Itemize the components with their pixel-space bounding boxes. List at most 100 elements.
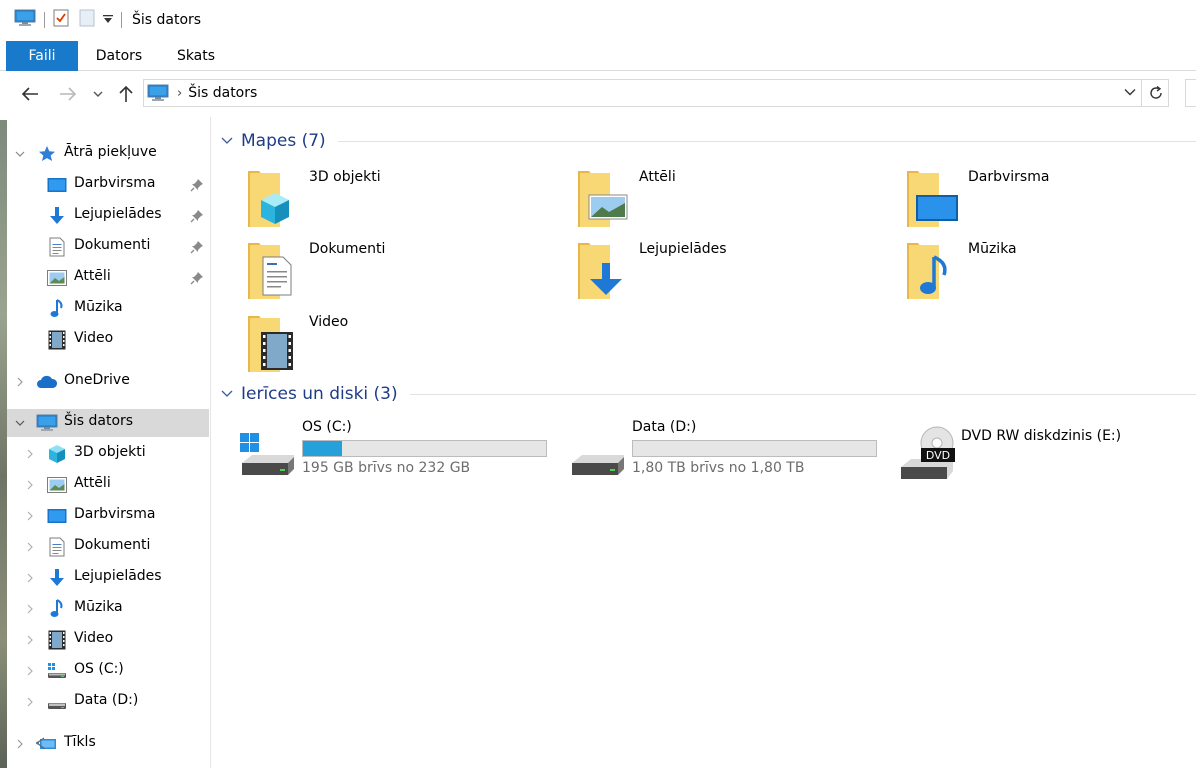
nav-quick-documents[interactable]: Dokumenti: [7, 233, 209, 261]
drive-d[interactable]: Data (D:) 1,80 TB brīvs no 1,80 TB: [568, 419, 898, 483]
pin-icon[interactable]: [190, 240, 204, 258]
nav-pc-3d-objects[interactable]: 3D objekti: [7, 440, 209, 468]
nav-quick-desktop[interactable]: Darbvirsma: [7, 171, 209, 199]
new-folder-icon[interactable]: [79, 9, 95, 31]
recent-locations-button[interactable]: [88, 82, 108, 106]
desktop-icon: [47, 175, 67, 195]
chevron-right-icon[interactable]: [24, 572, 36, 584]
nav-pc-video[interactable]: Video: [7, 626, 209, 654]
nav-quick-music[interactable]: Mūzika: [7, 295, 209, 323]
nav-onedrive[interactable]: OneDrive: [7, 368, 209, 396]
tab-file[interactable]: Faili: [6, 41, 78, 71]
nav-pc-drive-c[interactable]: OS (C:): [7, 657, 209, 685]
tab-computer[interactable]: Dators: [88, 41, 150, 71]
ribbon: Faili Dators Skats: [0, 40, 1196, 71]
chevron-right-icon[interactable]: [24, 665, 36, 677]
this-pc-icon[interactable]: [14, 9, 36, 31]
drive-usage-bar: [632, 440, 877, 457]
nav-quick-video[interactable]: Video: [7, 326, 209, 354]
pin-icon[interactable]: [190, 271, 204, 289]
nav-label: 3D objekti: [74, 444, 146, 460]
nav-label: Tīkls: [64, 734, 96, 750]
divider: [44, 12, 45, 28]
windows-drive-icon: [240, 433, 294, 475]
back-arrow-icon: [21, 87, 38, 101]
pin-icon[interactable]: [190, 209, 204, 227]
forward-arrow-icon: [60, 87, 77, 101]
quick-access-toolbar: [14, 0, 130, 40]
folder-downloads[interactable]: Lejupielādes: [575, 241, 895, 305]
group-header-folders[interactable]: Mapes (7): [220, 127, 1196, 155]
forward-button[interactable]: [56, 82, 80, 106]
nav-pc-desktop[interactable]: Darbvirsma: [7, 502, 209, 530]
nav-pc-documents[interactable]: Dokumenti: [7, 533, 209, 561]
nav-pc-music[interactable]: Mūzika: [7, 595, 209, 623]
chevron-down-icon[interactable]: [220, 389, 234, 399]
nav-pc-downloads[interactable]: Lejupielādes: [7, 564, 209, 592]
chevron-right-icon[interactable]: [24, 448, 36, 460]
nav-label: Lejupielādes: [74, 568, 162, 584]
folder-documents[interactable]: Dokumenti: [245, 241, 565, 305]
drive-name: DVD RW diskdzinis (E:): [961, 428, 1122, 444]
chevron-down-icon[interactable]: [220, 136, 234, 146]
folder-name: Lejupielādes: [639, 241, 727, 257]
music-note-icon: [47, 599, 67, 619]
folder-music-icon: [907, 243, 947, 299]
hard-drive-icon: [572, 455, 624, 475]
folder-downloads-icon: [578, 243, 622, 299]
nav-network[interactable]: Tīkls: [7, 730, 209, 758]
breadcrumb-this-pc[interactable]: Šis dators: [188, 85, 257, 101]
nav-label: Dokumenti: [74, 537, 151, 553]
up-arrow-icon: [119, 85, 133, 102]
dvd-badge-text: DVD: [926, 449, 950, 462]
chevron-right-icon[interactable]: [24, 510, 36, 522]
address-dropdown-icon[interactable]: [1124, 88, 1136, 96]
nav-label: Dokumenti: [74, 237, 151, 253]
search-input[interactable]: [1185, 79, 1196, 107]
document-icon: [47, 237, 67, 257]
folder-music[interactable]: Mūzika: [904, 241, 1196, 305]
back-button[interactable]: [18, 82, 42, 106]
nav-this-pc[interactable]: Šis dators: [7, 409, 209, 437]
properties-icon[interactable]: [53, 9, 69, 31]
pin-icon[interactable]: [190, 178, 204, 196]
breadcrumb-separator-icon[interactable]: ›: [177, 86, 182, 101]
hard-drive-icon: [47, 692, 67, 712]
chevron-right-icon[interactable]: [24, 634, 36, 646]
group-title: Mapes (7): [241, 131, 326, 151]
group-header-devices[interactable]: Ierīces un diski (3): [220, 380, 1196, 408]
tab-view[interactable]: Skats: [166, 41, 226, 71]
folder-name: 3D objekti: [309, 169, 381, 185]
folder-video[interactable]: Video: [245, 314, 565, 378]
chevron-right-icon[interactable]: [24, 479, 36, 491]
chevron-right-icon[interactable]: [24, 696, 36, 708]
nav-label: OS (C:): [74, 661, 124, 677]
divider: [1141, 80, 1142, 106]
nav-pc-drive-d[interactable]: Data (D:): [7, 688, 209, 716]
nav-pc-pictures[interactable]: Attēli: [7, 471, 209, 499]
folder-desktop[interactable]: Darbvirsma: [904, 169, 1196, 233]
nav-quick-access[interactable]: Ātrā piekļuve: [7, 140, 209, 168]
refresh-icon[interactable]: [1148, 85, 1164, 101]
chevron-right-icon[interactable]: [24, 541, 36, 553]
chevron-right-icon[interactable]: [14, 738, 26, 750]
drive-usage-bar: [302, 440, 547, 457]
drive-e-dvd[interactable]: DVD DVD RW diskdzinis (E:): [897, 419, 1187, 483]
nav-quick-pictures[interactable]: Attēli: [7, 264, 209, 292]
customize-toolbar-icon[interactable]: [103, 12, 113, 28]
folder-desktop-icon: [907, 171, 958, 227]
chevron-right-icon[interactable]: [14, 376, 26, 388]
chevron-down-icon[interactable]: [14, 417, 26, 429]
nav-label: Lejupielādes: [74, 206, 162, 222]
download-arrow-icon: [47, 206, 67, 226]
folder-3d-objects[interactable]: 3D objekti: [245, 169, 565, 233]
folder-pictures[interactable]: Attēli: [575, 169, 895, 233]
windows-drive-icon: [47, 661, 67, 681]
drive-free-space: 1,80 TB brīvs no 1,80 TB: [632, 460, 805, 476]
chevron-right-icon[interactable]: [24, 603, 36, 615]
address-bar[interactable]: › Šis dators: [143, 79, 1169, 107]
drive-c[interactable]: OS (C:) 195 GB brīvs no 232 GB: [238, 419, 568, 483]
up-button[interactable]: [114, 82, 138, 106]
nav-quick-downloads[interactable]: Lejupielādes: [7, 202, 209, 230]
chevron-down-icon[interactable]: [14, 148, 26, 160]
